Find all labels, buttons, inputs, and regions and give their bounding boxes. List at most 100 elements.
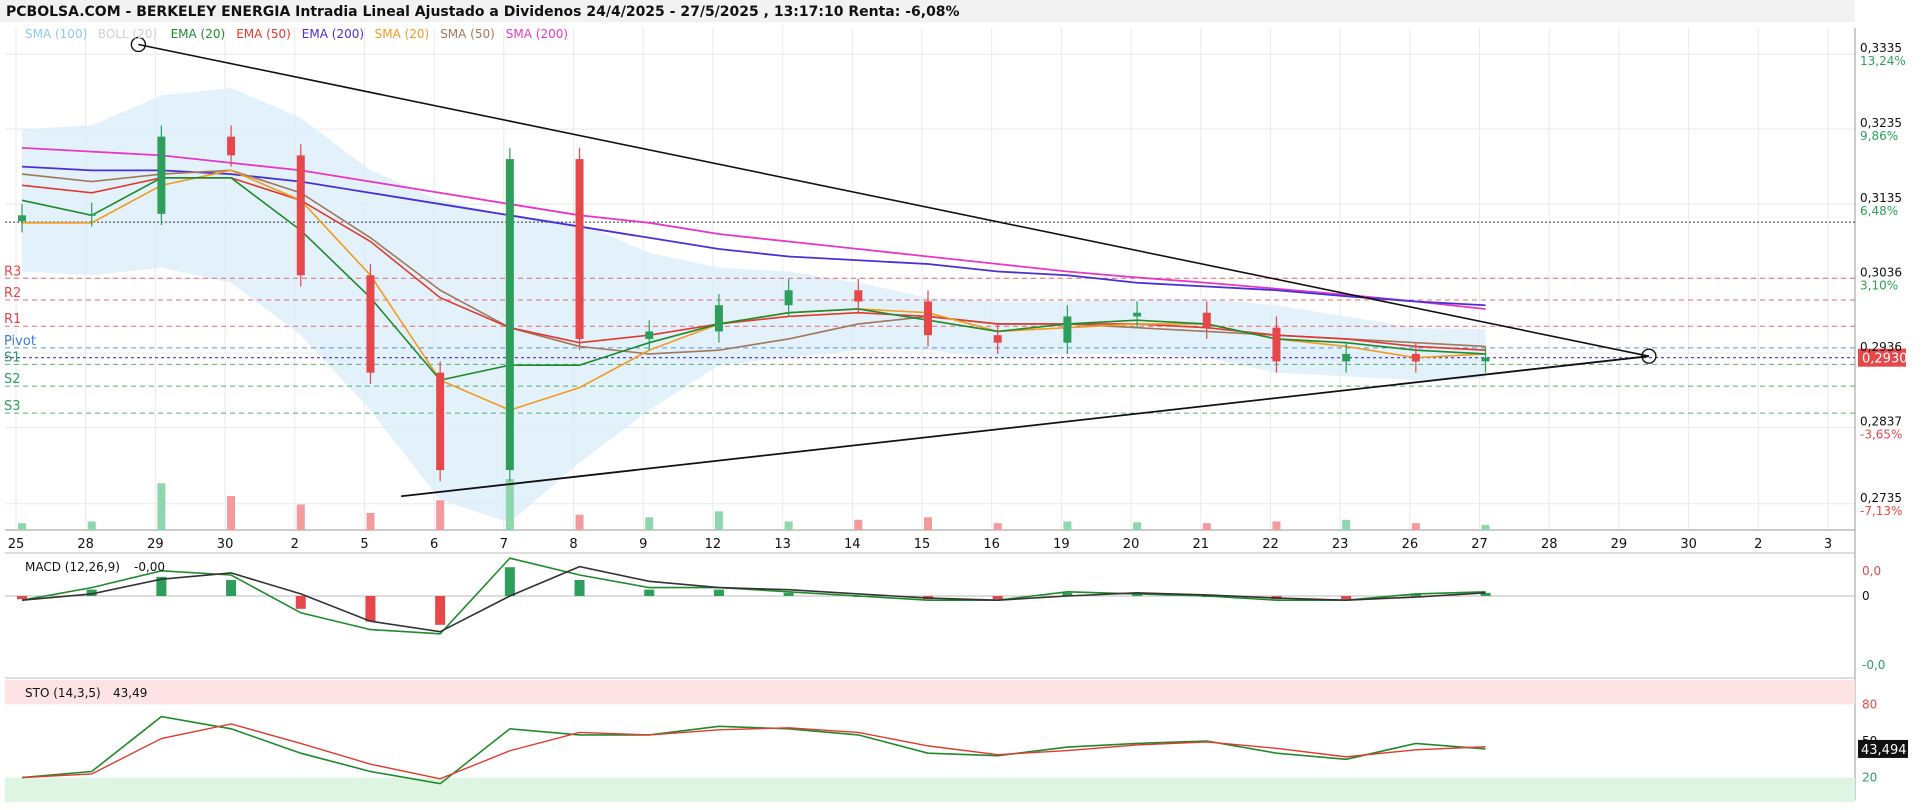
volume-bar [784,521,793,530]
volume-bar [924,517,932,530]
candle-body [993,335,1002,343]
x-axis-label: 30 [217,537,234,552]
volume-bar [854,519,863,530]
x-axis-label: 15 [914,537,931,552]
x-axis-label: 3 [1824,537,1832,552]
x-axis-label: 16 [983,537,1000,552]
candle-body [157,136,166,214]
volume-bar [1133,522,1142,530]
candle-body [1063,316,1072,343]
price-tick-label: 0,2735 [1860,491,1902,505]
legend-item: BOLL (20) [98,27,157,41]
macd-histogram-bar [644,589,655,596]
macd-histogram-bar [435,596,446,625]
volume-bar [1411,523,1420,530]
stock-chart: R3R2R1PivotS1S2S30,2930 0,00-0,0 8050204… [0,0,1923,810]
x-axis-label: 19 [1053,537,1070,552]
x-axis-label: 7 [500,537,508,552]
legend-item: EMA (50) [236,27,291,41]
candle-body [575,159,584,339]
price-tick-label: 0,3135 [1860,191,1902,205]
macd-histogram-bar [992,596,1003,600]
x-axis-label: 9 [639,537,647,552]
price-tick-label: 0,2936 [1860,340,1902,354]
x-axis-label: 14 [844,537,861,552]
x-axis-label: 26 [1402,537,1419,552]
macd-histogram-bar [713,589,724,596]
candle-body [1481,357,1490,362]
volume-bar [993,523,1002,530]
candle-body [714,305,723,332]
x-axis-label: 2 [1754,537,1762,552]
x-axis-label: 21 [1192,537,1209,552]
volume-bar [366,513,375,530]
price-tick-percent: 9,86% [1860,129,1898,143]
x-axis-label: 5 [360,537,368,552]
candle-body [854,290,863,302]
pivot-level-label: R2 [4,286,21,301]
x-axis-label: 12 [705,537,722,552]
price-tick-percent: 6,48% [1860,204,1898,218]
legend-item: SMA (100) [25,27,87,41]
legend-item: EMA (200) [302,27,364,41]
sto-axis-label: 20 [1862,771,1877,785]
legend-item: SMA (20) [375,27,430,41]
volume-bar [1063,521,1072,530]
x-axis-label: 27 [1471,537,1488,552]
macd-label: MACD (12,26,9) [25,560,120,574]
legend-item: EMA (20) [171,27,226,41]
volume-bars [18,479,1490,530]
x-axis-label: 28 [77,537,94,552]
price-tick-percent: 3,10% [1860,278,1898,292]
candle-body [1411,353,1420,362]
indicator-legend: SMA (100) BOLL (20) EMA (20) EMA (50) EMA (2… [25,27,568,41]
volume-bar [227,496,236,530]
price-tick-label: 0,3335 [1860,41,1902,55]
macd-axis-label: 0,0 [1862,564,1881,578]
volume-bar [157,483,166,530]
x-axis-label: 2 [291,537,299,552]
candle-body [227,136,236,156]
chart-canvas: R3R2R1PivotS1S2S30,2930 0,00-0,0 8050204… [0,0,1908,802]
x-axis-label: 28 [1541,537,1558,552]
candle-body [87,213,96,216]
candle-body [1202,312,1211,328]
macd-panel: 0,0 0 -0,0 [5,557,1885,672]
x-axis-label: 8 [569,537,577,552]
sto-value: 43,49 [113,686,147,700]
candle-body [784,290,793,306]
price-tick-percent: 13,24% [1860,54,1906,68]
volume-bar [1202,523,1211,530]
sto-label: STO (14,3,5) [25,686,101,700]
price-tick-label: 0,2837 [1860,414,1902,428]
price-tick-percent: -7,13% [1860,504,1902,518]
candle-body [1272,327,1281,362]
price-tick-label: 0,3235 [1860,116,1902,130]
chart-title: PCBOLSA.COM - BERKELEY ENERGIA Intradia … [6,4,960,20]
macd-histogram-bar [1341,596,1352,600]
legend-item: SMA (200) [506,27,568,41]
sto-oversold-zone [5,777,1855,802]
sto-last-label: 43,494 [1861,743,1907,758]
candle-body [1342,353,1351,362]
pivot-level-label: S2 [4,372,21,387]
macd-histogram-bar [295,596,306,609]
volume-bar [1342,519,1351,530]
volume-bar [18,523,26,530]
volume-bar [575,514,584,530]
x-axis-label: 20 [1123,537,1140,552]
candle-body [296,155,305,276]
candle-body [18,215,26,222]
candle-body [366,275,375,373]
volume-bar [1272,521,1281,530]
x-axis-label: 29 [1611,537,1628,552]
x-axis-label: 29 [147,537,164,552]
candle-body [436,372,445,471]
volume-bar [645,517,654,530]
price-tick-label: 0,3036 [1860,265,1902,279]
x-axis-label: 30 [1680,537,1697,552]
volume-bar [714,511,723,530]
volume-bar [436,500,445,530]
macd-histogram-bar [17,596,27,600]
x-axis-label: 6 [430,537,438,552]
